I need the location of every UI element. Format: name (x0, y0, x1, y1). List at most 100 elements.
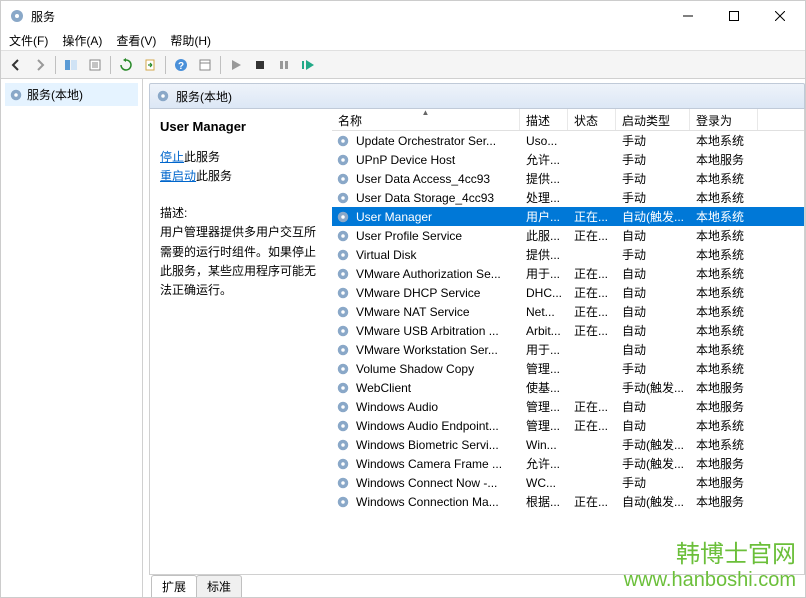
minimize-button[interactable] (665, 1, 711, 31)
cell-desc: 提供... (520, 246, 568, 263)
col-name[interactable]: 名称▲ (332, 109, 520, 130)
table-row[interactable]: Windows Connection Ma...根据...正在...自动(触发.… (332, 492, 804, 511)
properties-button[interactable] (84, 54, 106, 76)
cell-desc: 用于... (520, 265, 568, 282)
stop-link[interactable]: 停止 (160, 150, 184, 164)
tab-extended[interactable]: 扩展 (151, 575, 197, 597)
table-row[interactable]: VMware USB Arbitration ...Arbit...正在...自… (332, 321, 804, 340)
cell-logon: 本地服务 (690, 474, 758, 491)
col-desc[interactable]: 描述 (520, 109, 568, 130)
table-row[interactable]: User Data Storage_4cc93处理...手动本地系统 (332, 188, 804, 207)
help-button[interactable]: ? (170, 54, 192, 76)
table-row[interactable]: Update Orchestrator Ser...Uso...手动本地系统 (332, 131, 804, 150)
cell-name: VMware DHCP Service (350, 286, 520, 300)
refresh-button[interactable] (115, 54, 137, 76)
table-row[interactable]: User Data Access_4cc93提供...手动本地系统 (332, 169, 804, 188)
table-row[interactable]: WebClient使基...手动(触发...本地服务 (332, 378, 804, 397)
cell-start: 自动(触发... (616, 208, 690, 225)
restart-link[interactable]: 重启动 (160, 169, 196, 183)
cell-start: 手动 (616, 360, 690, 377)
table-row[interactable]: Windows Biometric Servi...Win...手动(触发...… (332, 435, 804, 454)
cell-name: User Manager (350, 210, 520, 224)
service-icon (336, 305, 350, 319)
service-icon (336, 381, 350, 395)
cell-logon: 本地服务 (690, 398, 758, 415)
back-button[interactable] (5, 54, 27, 76)
sort-arrow-icon: ▲ (422, 109, 430, 117)
menu-help[interactable]: 帮助(H) (170, 32, 211, 49)
cell-start: 自动(触发... (616, 493, 690, 510)
table-row[interactable]: VMware DHCP ServiceDHC...正在...自动本地系统 (332, 283, 804, 302)
cell-name: Windows Connect Now -... (350, 476, 520, 490)
table-row[interactable]: User Manager用户...正在...自动(触发...本地系统 (332, 207, 804, 226)
col-logon[interactable]: 登录为 (690, 109, 758, 130)
cell-name: VMware Authorization Se... (350, 267, 520, 281)
cell-name: User Profile Service (350, 229, 520, 243)
service-icon (336, 457, 350, 471)
cell-status: 正在... (568, 303, 616, 320)
cell-status: 正在... (568, 417, 616, 434)
show-hide-tree-button[interactable] (60, 54, 82, 76)
cell-name: WebClient (350, 381, 520, 395)
cell-logon: 本地系统 (690, 227, 758, 244)
tab-standard[interactable]: 标准 (196, 575, 242, 597)
forward-button[interactable] (29, 54, 51, 76)
col-status[interactable]: 状态 (568, 109, 616, 130)
export-button[interactable] (139, 54, 161, 76)
main-area: 服务(本地) 服务(本地) User Manager 停止此服务 重启动此服务 … (1, 79, 805, 597)
cell-logon: 本地系统 (690, 189, 758, 206)
close-button[interactable] (757, 1, 803, 31)
cell-status: 正在... (568, 398, 616, 415)
table-row[interactable]: Virtual Disk提供...手动本地系统 (332, 245, 804, 264)
table-row[interactable]: VMware Authorization Se...用于...正在...自动本地… (332, 264, 804, 283)
cell-desc: 允许... (520, 455, 568, 472)
maximize-button[interactable] (711, 1, 757, 31)
stop-service-button[interactable] (249, 54, 271, 76)
rows-container: Update Orchestrator Ser...Uso...手动本地系统UP… (332, 131, 804, 574)
cell-desc: 根据... (520, 493, 568, 510)
toolbar: ? (1, 51, 805, 79)
table-row[interactable]: VMware NAT ServiceNet...正在...自动本地系统 (332, 302, 804, 321)
tree-root-item[interactable]: 服务(本地) (5, 83, 138, 106)
cell-logon: 本地服务 (690, 151, 758, 168)
window-title: 服务 (31, 8, 665, 25)
table-row[interactable]: Windows Camera Frame ...允许...手动(触发...本地服… (332, 454, 804, 473)
menu-action[interactable]: 操作(A) (62, 32, 102, 49)
service-icon (336, 229, 350, 243)
table-row[interactable]: Volume Shadow Copy管理...手动本地系统 (332, 359, 804, 378)
table-row[interactable]: UPnP Device Host允许...手动本地服务 (332, 150, 804, 169)
column-header: 名称▲ 描述 状态 启动类型 登录为 (332, 109, 804, 131)
table-row[interactable]: Windows Audio Endpoint...管理...正在...自动本地系… (332, 416, 804, 435)
restart-service-button[interactable] (297, 54, 319, 76)
cell-name: Windows Biometric Servi... (350, 438, 520, 452)
cell-status: 正在... (568, 284, 616, 301)
cell-desc: 管理... (520, 417, 568, 434)
cell-start: 自动 (616, 398, 690, 415)
cell-status: 正在... (568, 322, 616, 339)
cell-desc: 管理... (520, 398, 568, 415)
svg-text:?: ? (178, 61, 184, 72)
col-start[interactable]: 启动类型 (616, 109, 690, 130)
cell-name: Windows Audio (350, 400, 520, 414)
cell-start: 自动 (616, 303, 690, 320)
cell-start: 手动 (616, 170, 690, 187)
gear-icon (156, 89, 170, 103)
menu-file[interactable]: 文件(F) (9, 32, 48, 49)
pause-service-button[interactable] (273, 54, 295, 76)
cell-logon: 本地服务 (690, 379, 758, 396)
menu-bar: 文件(F) 操作(A) 查看(V) 帮助(H) (1, 31, 805, 51)
start-service-button[interactable] (225, 54, 247, 76)
cell-name: VMware Workstation Ser... (350, 343, 520, 357)
table-row[interactable]: Windows Audio管理...正在...自动本地服务 (332, 397, 804, 416)
cell-logon: 本地系统 (690, 170, 758, 187)
table-row[interactable]: User Profile Service此服...正在...自动本地系统 (332, 226, 804, 245)
cell-start: 手动(触发... (616, 379, 690, 396)
cell-start: 自动 (616, 417, 690, 434)
properties2-button[interactable] (194, 54, 216, 76)
service-icon (336, 191, 350, 205)
menu-view[interactable]: 查看(V) (116, 32, 156, 49)
table-row[interactable]: Windows Connect Now -...WC...手动本地服务 (332, 473, 804, 492)
table-row[interactable]: VMware Workstation Ser...用于...自动本地系统 (332, 340, 804, 359)
cell-start: 自动 (616, 341, 690, 358)
cell-desc: Uso... (520, 134, 568, 148)
